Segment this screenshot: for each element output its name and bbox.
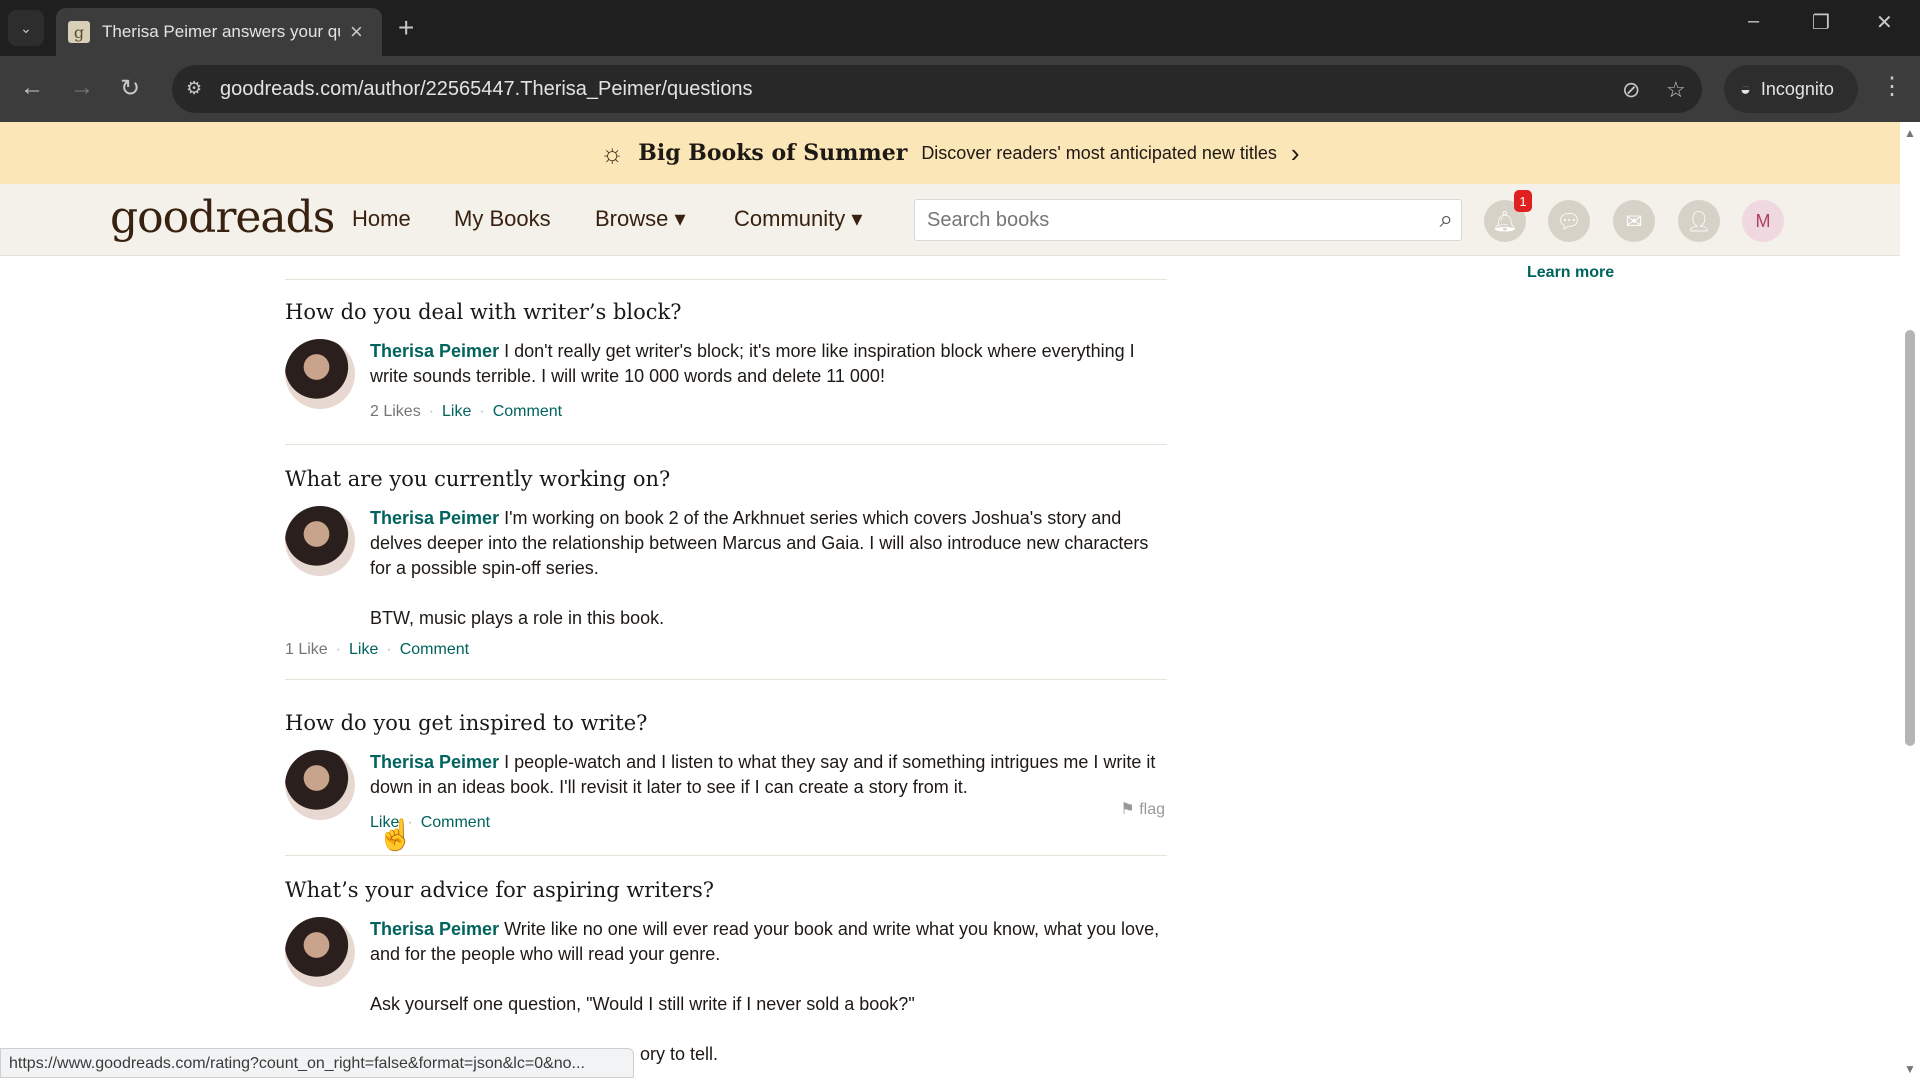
question-item: How do you deal with writer’s block? The… (285, 300, 1167, 445)
answer-body: Therisa Peimer Write like no one will eve… (370, 917, 1167, 1067)
flag-label: flag (1139, 801, 1165, 818)
browser-tab-bar: ⌄ g Therisa Peimer answers your qu × + –… (0, 0, 1920, 56)
close-window-icon[interactable]: ✕ (1876, 10, 1893, 35)
bookmark-star-icon[interactable]: ☆ (1666, 77, 1686, 103)
chevron-right-icon: › (1290, 137, 1300, 168)
answer-actions: Like · Comment (370, 814, 491, 831)
author-avatar[interactable] (285, 339, 355, 409)
main-content: Learn more How do you deal with writer’s… (0, 256, 1900, 1080)
learn-more-link[interactable]: Learn more (1527, 264, 1614, 282)
back-icon[interactable]: ← (20, 74, 44, 102)
question-item: What are you currently working on? Theri… (285, 467, 1167, 680)
scroll-down-icon[interactable]: ▼ (1904, 1062, 1916, 1076)
tab-title: Therisa Peimer answers your qu (102, 22, 340, 41)
answer-body: Therisa Peimer I don't really get writer'… (370, 339, 1167, 424)
question-item: What’s your advice for aspiring writers?… (285, 878, 1167, 1067)
divider (285, 855, 1167, 856)
comment-link[interactable]: Comment (400, 641, 469, 658)
likes-count[interactable]: 2 Likes (370, 403, 421, 420)
search-input[interactable] (915, 200, 1395, 240)
reload-icon[interactable]: ↻ (120, 74, 140, 103)
minimize-icon[interactable]: – (1748, 10, 1759, 33)
comment-link[interactable]: Comment (421, 814, 490, 831)
profile-avatar[interactable]: M (1742, 200, 1784, 242)
messages-icon[interactable]: ✉ (1613, 200, 1655, 242)
close-tab-icon[interactable]: × (350, 19, 363, 45)
question-title[interactable]: What’s your advice for aspiring writers? (285, 878, 1167, 902)
divider (285, 279, 1167, 280)
banner-text: Discover readers' most anticipated new t… (921, 142, 1277, 163)
page-scrollbar[interactable]: ▲ ▼ (1900, 122, 1920, 1080)
comment-link[interactable]: Comment (493, 403, 562, 420)
question-item: How do you get inspired to write? Theris… (285, 711, 1167, 856)
site-header: goodreads Home My Books Browse ▾ Communi… (0, 184, 1900, 256)
banner-title: Big Books of Summer (638, 140, 908, 166)
divider (285, 679, 1167, 680)
author-avatar[interactable] (285, 917, 355, 987)
nav-home[interactable]: Home (352, 206, 411, 232)
eye-off-icon[interactable]: ⊘ (1622, 77, 1640, 103)
search-box: ⌕ (914, 199, 1462, 241)
goodreads-favicon-icon: g (68, 21, 90, 43)
nav-my-books[interactable]: My Books (454, 206, 551, 232)
question-title[interactable]: How do you deal with writer’s block? (285, 300, 1167, 324)
incognito-icon: ◒ (1740, 78, 1751, 99)
answer-text: Ask yourself one question, "Would I stil… (370, 994, 915, 1014)
answer-body: Therisa Peimer I'm working on book 2 of t… (370, 506, 1167, 631)
incognito-indicator[interactable]: ◒ Incognito (1724, 65, 1858, 113)
scroll-thumb[interactable] (1905, 330, 1915, 746)
url-text[interactable]: goodreads.com/author/22565447.Therisa_Pe… (220, 78, 753, 101)
site-info-icon[interactable]: ⚙ (186, 78, 202, 99)
author-link[interactable]: Therisa Peimer (370, 919, 499, 939)
sun-books-icon: ☼ (600, 137, 625, 168)
likes-count[interactable]: 1 Like (285, 641, 328, 658)
forward-icon[interactable]: → (70, 74, 94, 102)
answer-actions: 2 Likes · Like · Comment (370, 403, 563, 420)
browser-tab[interactable]: g Therisa Peimer answers your qu × (56, 8, 382, 56)
new-tab-icon[interactable]: + (398, 12, 414, 44)
answer-text: BTW, music plays a role in this book. (370, 608, 665, 628)
answer-actions: 1 Like · Like · Comment (285, 641, 470, 658)
status-bar-url: https://www.goodreads.com/rating?count_o… (0, 1048, 634, 1078)
discussions-icon[interactable]: 💬︎ (1548, 200, 1590, 242)
author-link[interactable]: Therisa Peimer (370, 508, 499, 528)
answer-body: Therisa Peimer I people-watch and I liste… (370, 750, 1167, 835)
author-avatar[interactable] (285, 506, 355, 576)
scroll-up-icon[interactable]: ▲ (1904, 126, 1916, 140)
question-title[interactable]: How do you get inspired to write? (285, 711, 1167, 735)
flag-link[interactable]: ⚑ flag (1120, 799, 1165, 819)
friends-icon[interactable]: 👤︎ (1678, 200, 1720, 242)
address-bar[interactable]: ⚙ goodreads.com/author/22565447.Therisa_… (172, 65, 1702, 113)
flag-icon: ⚑ (1120, 801, 1140, 818)
like-link[interactable]: Like (349, 641, 378, 658)
incognito-label: Incognito (1760, 78, 1834, 99)
author-avatar[interactable] (285, 750, 355, 820)
nav-community[interactable]: Community ▾ (734, 206, 862, 232)
author-link[interactable]: Therisa Peimer (370, 752, 499, 772)
restore-icon[interactable]: ❐ (1812, 10, 1830, 35)
like-link[interactable]: Like (442, 403, 471, 420)
author-link[interactable]: Therisa Peimer (370, 341, 499, 361)
nav-browse[interactable]: Browse ▾ (595, 206, 686, 232)
divider (285, 444, 1167, 445)
tab-search-button[interactable]: ⌄ (8, 10, 44, 46)
browser-menu-icon[interactable]: ⋮ (1880, 72, 1904, 101)
search-icon[interactable]: ⌕ (1440, 206, 1453, 234)
question-title[interactable]: What are you currently working on? (285, 467, 1167, 491)
notification-badge: 1 (1514, 190, 1532, 212)
browser-toolbar: ← → ↻ ⚙ goodreads.com/author/22565447.Th… (0, 56, 1920, 122)
hand-cursor-icon: ☝ (377, 819, 415, 852)
goodreads-logo[interactable]: goodreads (110, 192, 335, 243)
promo-banner[interactable]: ☼ Big Books of Summer Discover readers' … (0, 122, 1900, 184)
